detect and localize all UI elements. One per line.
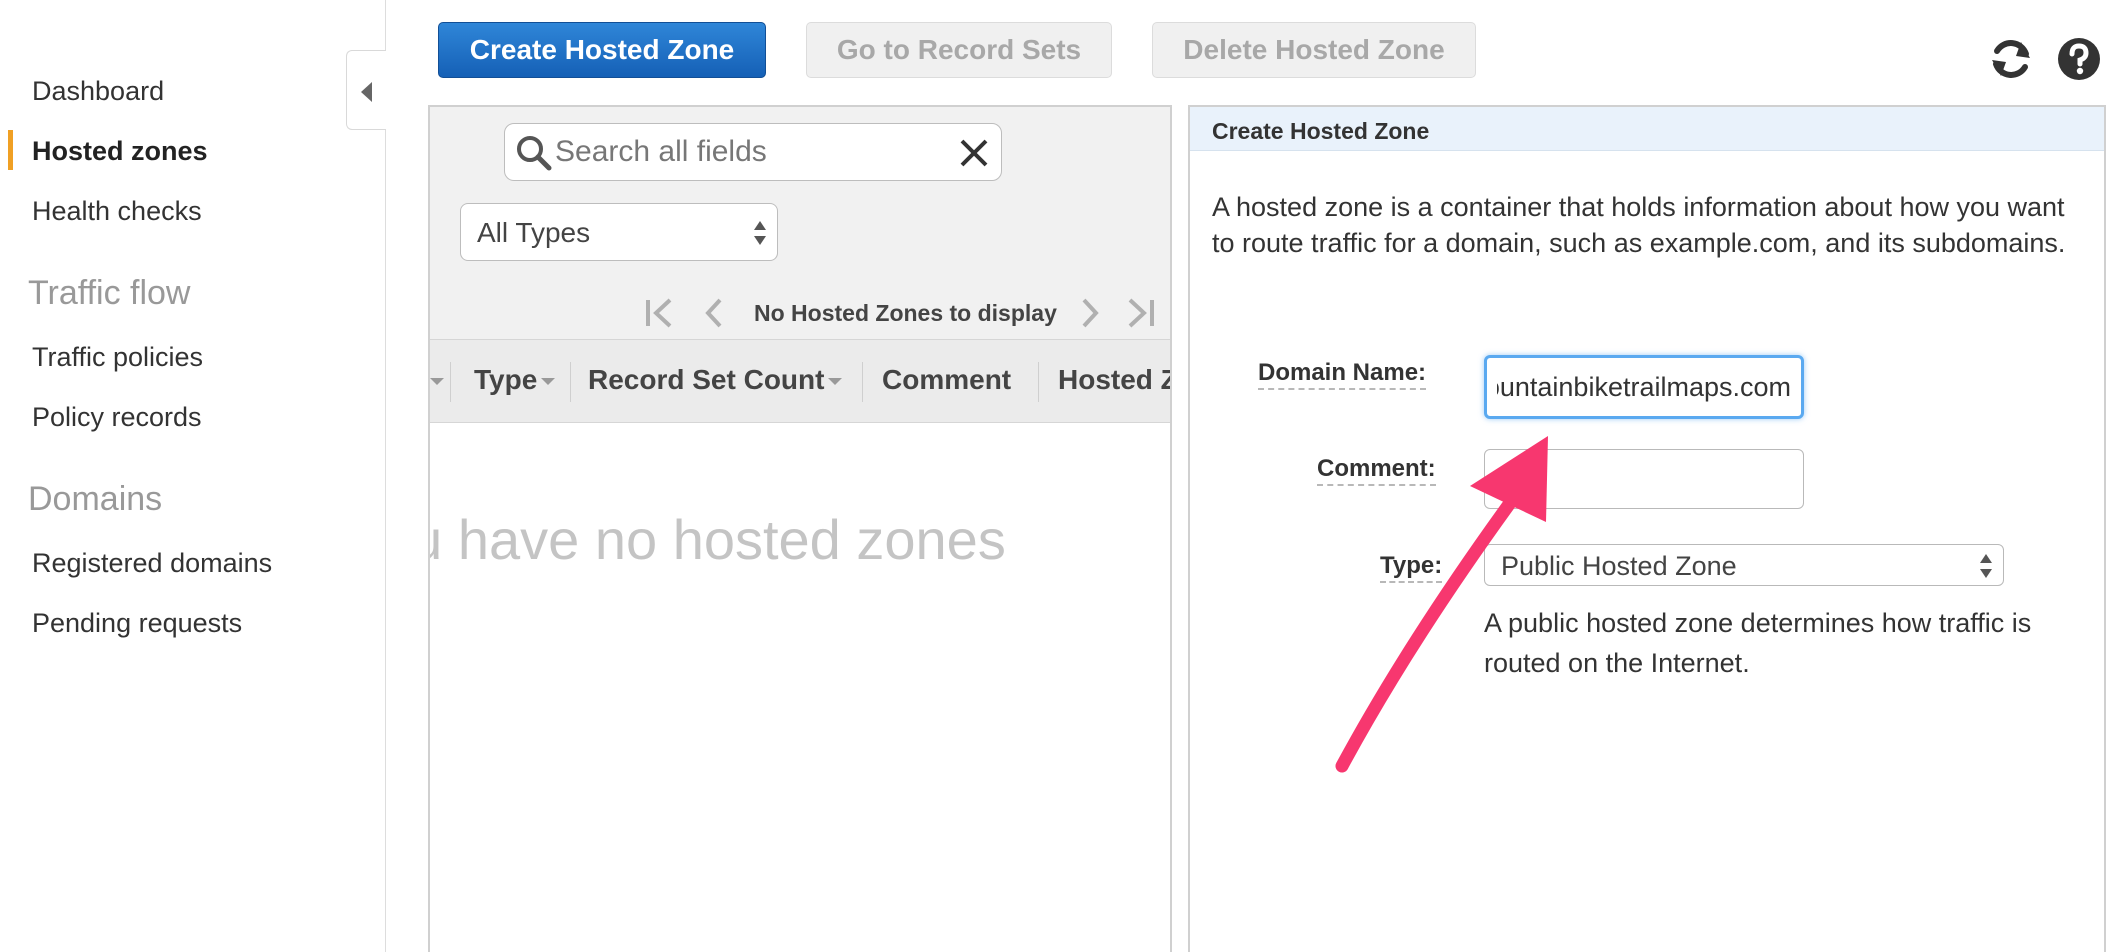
sidebar-item-registered-domains[interactable]: Registered domains xyxy=(32,548,272,579)
sort-icon xyxy=(541,378,556,386)
last-page-icon[interactable] xyxy=(1122,296,1158,330)
sidebar-heading-domains: Domains xyxy=(28,480,163,518)
sidebar: Dashboard Hosted zones Health checks Tra… xyxy=(0,0,386,952)
close-icon[interactable] xyxy=(959,138,989,168)
sidebar-heading-traffic-flow: Traffic flow xyxy=(28,274,191,312)
column-header-hosted-zone-id[interactable]: Hosted Z xyxy=(1058,364,1170,396)
column-header-record-set-count[interactable]: Record Set Count xyxy=(588,364,843,396)
column-header-comment[interactable]: Comment xyxy=(882,364,1011,396)
panel-header: Create Hosted Zone xyxy=(1190,107,2104,151)
go-to-record-sets-button[interactable]: Go to Record Sets xyxy=(806,22,1112,78)
search-icon xyxy=(517,136,552,171)
panel-description: A hosted zone is a container that holds … xyxy=(1212,192,2066,258)
active-indicator xyxy=(8,130,13,170)
type-label: Type: xyxy=(1380,552,1443,583)
column-divider xyxy=(570,362,571,402)
table-header: Type Record Set Count Comment Hosted Z xyxy=(430,339,1170,423)
refresh-icon[interactable] xyxy=(1988,36,2034,82)
sidebar-item-dashboard[interactable]: Dashboard xyxy=(32,76,164,107)
help-icon[interactable] xyxy=(2056,36,2102,82)
panel-title: Create Hosted Zone xyxy=(1212,118,1430,144)
sort-icon xyxy=(828,378,843,386)
hosted-zones-list-pane: All Types No Hosted Zones to display xyxy=(428,105,1172,952)
empty-state-message: ou have no hosted zones xyxy=(428,508,1006,571)
comment-label: Comment: xyxy=(1317,455,1436,486)
sidebar-item-policy-records[interactable]: Policy records xyxy=(32,402,202,433)
column-header-type[interactable]: Type xyxy=(474,364,556,396)
type-filter-select[interactable]: All Types xyxy=(460,203,778,261)
column-divider xyxy=(450,362,451,402)
pager-status: No Hosted Zones to display xyxy=(754,300,1057,326)
create-hosted-zone-panel: Create Hosted Zone A hosted zone is a co… xyxy=(1188,105,2106,952)
zone-type-help-text: A public hosted zone determines how traf… xyxy=(1484,608,2032,678)
previous-page-icon[interactable] xyxy=(700,296,730,330)
delete-hosted-zone-button[interactable]: Delete Hosted Zone xyxy=(1152,22,1476,78)
filter-bar: All Types No Hosted Zones to display xyxy=(430,107,1170,339)
chevron-left-icon xyxy=(361,82,372,102)
create-hosted-zone-button[interactable]: Create Hosted Zone xyxy=(438,22,766,78)
domain-name-input[interactable] xyxy=(1487,358,1801,416)
sidebar-collapse-button[interactable] xyxy=(346,50,386,130)
domain-name-label: Domain Name: xyxy=(1258,359,1427,390)
zone-type-value: Public Hosted Zone xyxy=(1501,551,1737,581)
sort-icon xyxy=(430,378,444,385)
comment-field[interactable] xyxy=(1484,449,1804,509)
sidebar-item-health-checks[interactable]: Health checks xyxy=(32,196,202,227)
search-input[interactable] xyxy=(555,132,935,172)
select-arrows-icon xyxy=(754,221,766,245)
sidebar-item-pending-requests[interactable]: Pending requests xyxy=(32,608,242,639)
column-divider xyxy=(1038,362,1039,402)
domain-name-field[interactable] xyxy=(1484,355,1804,419)
pagination: No Hosted Zones to display xyxy=(642,292,1162,332)
comment-input[interactable] xyxy=(1485,450,1803,508)
sidebar-item-traffic-policies[interactable]: Traffic policies xyxy=(32,342,203,373)
next-page-icon[interactable] xyxy=(1074,296,1104,330)
search-box[interactable] xyxy=(504,123,1002,181)
sidebar-item-hosted-zones[interactable]: Hosted zones xyxy=(32,136,208,167)
first-page-icon[interactable] xyxy=(642,296,678,330)
select-arrows-icon xyxy=(1980,554,1992,578)
column-divider xyxy=(862,362,863,402)
zone-type-select[interactable]: Public Hosted Zone xyxy=(1484,544,2004,586)
type-filter-value: All Types xyxy=(477,217,591,248)
